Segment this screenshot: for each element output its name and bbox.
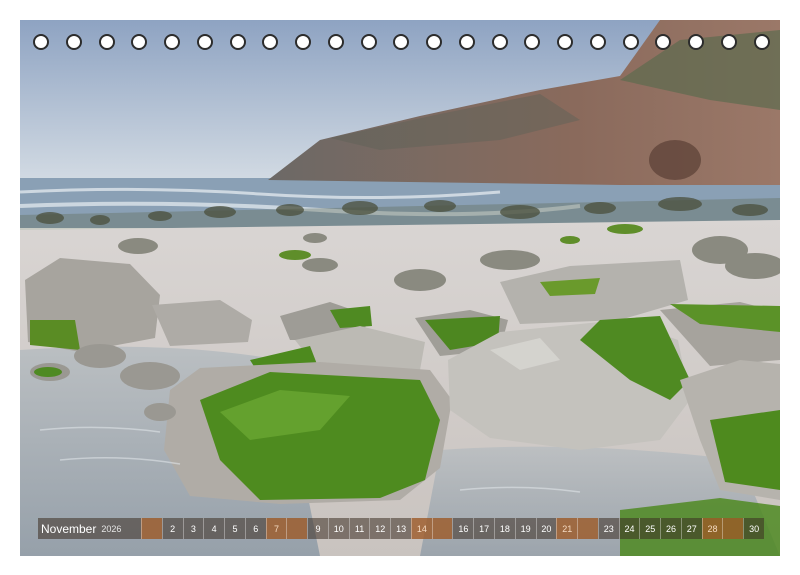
day-cells: 2 3 4 5 6 7 9 10 11 12 13 14 16 17 18 19 20 21 23 24 25 26 27 2… — [141, 518, 764, 539]
day-cell: 30 — [743, 518, 764, 539]
day-cell: 14 — [410, 518, 432, 539]
year-label: 2026 — [101, 523, 122, 534]
day-cell: 19 — [514, 518, 536, 539]
binding-hole — [360, 34, 377, 50]
binding-hole — [655, 34, 672, 50]
binding-hole — [295, 34, 311, 50]
day-cell: 21 — [556, 518, 578, 539]
day-cell: 13 — [390, 518, 411, 539]
binding-holes — [20, 34, 780, 50]
day-cell: 25 — [639, 518, 660, 539]
day-cell: 17 — [473, 518, 494, 539]
calendar-strip: November 2026 2 3 4 5 6 7 9 10 11 12 13 14 16 17 18 19 2… — [38, 518, 764, 539]
day-cell: 7 — [265, 518, 287, 539]
rock-mossy-large — [164, 362, 452, 504]
binding-hole — [622, 34, 639, 50]
binding-hole — [491, 34, 508, 50]
binding-hole — [262, 34, 279, 50]
day-cell: 23 — [597, 518, 619, 539]
day-cell — [722, 518, 744, 539]
day-cell: 6 — [244, 518, 266, 539]
day-cell: 4 — [203, 518, 224, 539]
binding-hole — [393, 34, 410, 50]
day-cell: 26 — [660, 518, 681, 539]
day-cell: 2 — [161, 518, 183, 539]
day-cell — [141, 518, 162, 539]
binding-hole — [327, 34, 344, 50]
binding-hole — [557, 34, 573, 50]
day-cell: 11 — [348, 518, 370, 539]
binding-hole — [688, 34, 704, 50]
day-cell: 16 — [452, 518, 473, 539]
binding-hole — [33, 34, 49, 50]
binding-hole — [458, 34, 475, 50]
day-cell: 3 — [182, 518, 204, 539]
day-cell — [431, 518, 453, 539]
day-cell: 20 — [535, 518, 557, 539]
day-cell: 5 — [224, 518, 245, 539]
day-cell: 18 — [494, 518, 515, 539]
binding-hole — [720, 34, 737, 50]
day-cell: 9 — [307, 518, 328, 539]
binding-hole — [131, 34, 148, 50]
binding-hole — [229, 34, 246, 50]
day-cell: 28 — [701, 518, 723, 539]
binding-hole — [196, 34, 213, 50]
binding-hole — [426, 34, 442, 50]
binding-hole — [589, 34, 606, 50]
binding-hole — [164, 34, 180, 50]
day-cell: 24 — [618, 518, 640, 539]
day-cell: 27 — [680, 518, 702, 539]
binding-hole — [65, 34, 82, 50]
day-cell: 10 — [327, 518, 349, 539]
binding-hole — [524, 34, 541, 50]
month-name: November — [41, 521, 97, 536]
binding-hole — [98, 34, 115, 50]
day-cell — [286, 518, 308, 539]
month-label: November 2026 — [38, 518, 141, 539]
binding-hole — [753, 34, 770, 50]
day-cell — [577, 518, 598, 539]
landscape-photo — [20, 20, 780, 556]
day-cell: 12 — [369, 518, 390, 539]
